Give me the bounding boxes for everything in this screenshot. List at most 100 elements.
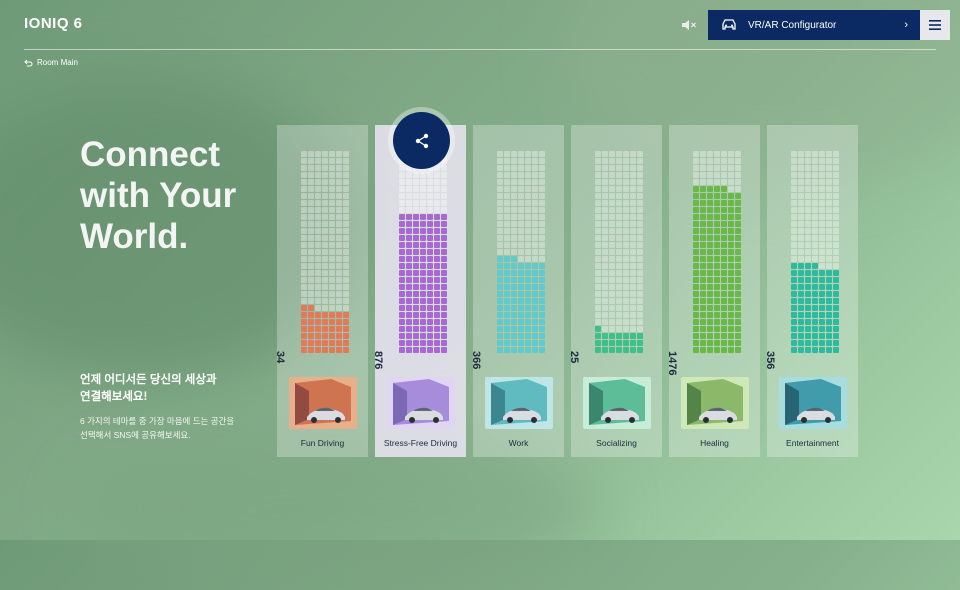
vote-cell (441, 333, 447, 339)
vote-cell (826, 165, 832, 171)
theme-card[interactable]: 876 Stress-Free Driving (372, 125, 466, 457)
theme-card[interactable]: 366 Work (470, 125, 564, 457)
theme-thumbnail[interactable] (681, 377, 749, 429)
vote-cell (532, 291, 538, 297)
theme-thumbnail[interactable] (583, 377, 651, 429)
vote-cell (623, 270, 629, 276)
vote-cell (616, 249, 622, 255)
vote-cell (798, 256, 804, 262)
vote-cell (308, 221, 314, 227)
vote-cell (791, 249, 797, 255)
vote-cell (700, 235, 706, 241)
vote-cell (700, 221, 706, 227)
vote-cell (406, 249, 412, 255)
vote-cell (525, 298, 531, 304)
vote-cell (406, 263, 412, 269)
vote-cell (693, 312, 699, 318)
vote-cell (308, 256, 314, 262)
vote-cell (308, 298, 314, 304)
vote-cell (336, 284, 342, 290)
vote-cell (728, 221, 734, 227)
vote-cell (413, 277, 419, 283)
theme-label: Stress-Free Driving (383, 438, 458, 448)
theme-card[interactable]: 356 Entertainment (764, 125, 858, 457)
vote-cell (420, 186, 426, 192)
menu-button[interactable] (920, 10, 950, 40)
vote-cell (518, 221, 524, 227)
vote-grid (693, 151, 741, 353)
vote-cell (819, 340, 825, 346)
vote-cell (420, 319, 426, 325)
vote-cell (819, 221, 825, 227)
vote-cell (791, 277, 797, 283)
brand-logo[interactable]: IONIQ 6 (24, 15, 83, 32)
vote-cell (728, 165, 734, 171)
vote-cell (602, 312, 608, 318)
vote-cell (595, 200, 601, 206)
vote-cell (623, 179, 629, 185)
theme-card[interactable]: 1476 Healing (666, 125, 760, 457)
vote-cell (707, 158, 713, 164)
vote-cell (525, 151, 531, 157)
vote-cell (833, 179, 839, 185)
vr-ar-configurator-button[interactable]: VR/AR Configurator › (708, 10, 920, 40)
vote-cell (315, 235, 321, 241)
vote-cell (616, 186, 622, 192)
vote-cell (301, 284, 307, 290)
vote-cell (700, 214, 706, 220)
vote-cell (616, 347, 622, 353)
vote-cell (301, 298, 307, 304)
vote-cell (329, 158, 335, 164)
vote-cell (539, 186, 545, 192)
vote-cell (819, 291, 825, 297)
theme-card[interactable]: 34 Fun Driving (274, 125, 368, 457)
vote-cell (728, 193, 734, 199)
vote-cell (420, 172, 426, 178)
vote-cell (336, 158, 342, 164)
vote-cell (623, 207, 629, 213)
vote-cell (539, 326, 545, 332)
share-button[interactable] (393, 112, 450, 169)
vote-cell (315, 270, 321, 276)
vote-cell (728, 228, 734, 234)
vote-cell (322, 151, 328, 157)
speaker-muted-icon[interactable] (680, 16, 698, 34)
vote-cell (707, 256, 713, 262)
theme-thumbnail[interactable] (485, 377, 553, 429)
vote-cell (735, 291, 741, 297)
vote-cell (539, 249, 545, 255)
vote-cell (637, 179, 643, 185)
theme-thumbnail[interactable] (779, 377, 847, 429)
vote-cell (427, 193, 433, 199)
vote-cell (826, 172, 832, 178)
vote-cell (336, 221, 342, 227)
vote-cell (728, 242, 734, 248)
theme-thumbnail[interactable] (289, 377, 357, 429)
vote-cell (504, 186, 510, 192)
vote-cell (497, 207, 503, 213)
headline-line: Connect (80, 135, 220, 174)
vote-cell (602, 284, 608, 290)
vote-cell (532, 242, 538, 248)
vote-cell (609, 242, 615, 248)
vote-cell (511, 242, 517, 248)
theme-card[interactable]: 25 Socializing (568, 125, 662, 457)
vote-cell (406, 200, 412, 206)
vote-cell (420, 249, 426, 255)
vote-cell (602, 235, 608, 241)
vote-cell (420, 277, 426, 283)
vote-cell (693, 193, 699, 199)
vote-cell (525, 340, 531, 346)
vote-cell (693, 179, 699, 185)
vote-cell (308, 312, 314, 318)
vote-cell (301, 165, 307, 171)
vote-cell (609, 151, 615, 157)
vote-cell (728, 158, 734, 164)
vote-cell (539, 179, 545, 185)
vote-cell (728, 312, 734, 318)
vote-cell (532, 256, 538, 262)
theme-thumbnail[interactable] (387, 377, 455, 429)
back-to-room-main[interactable]: Room Main (24, 58, 78, 67)
vote-cell (343, 256, 349, 262)
vote-cell (721, 333, 727, 339)
